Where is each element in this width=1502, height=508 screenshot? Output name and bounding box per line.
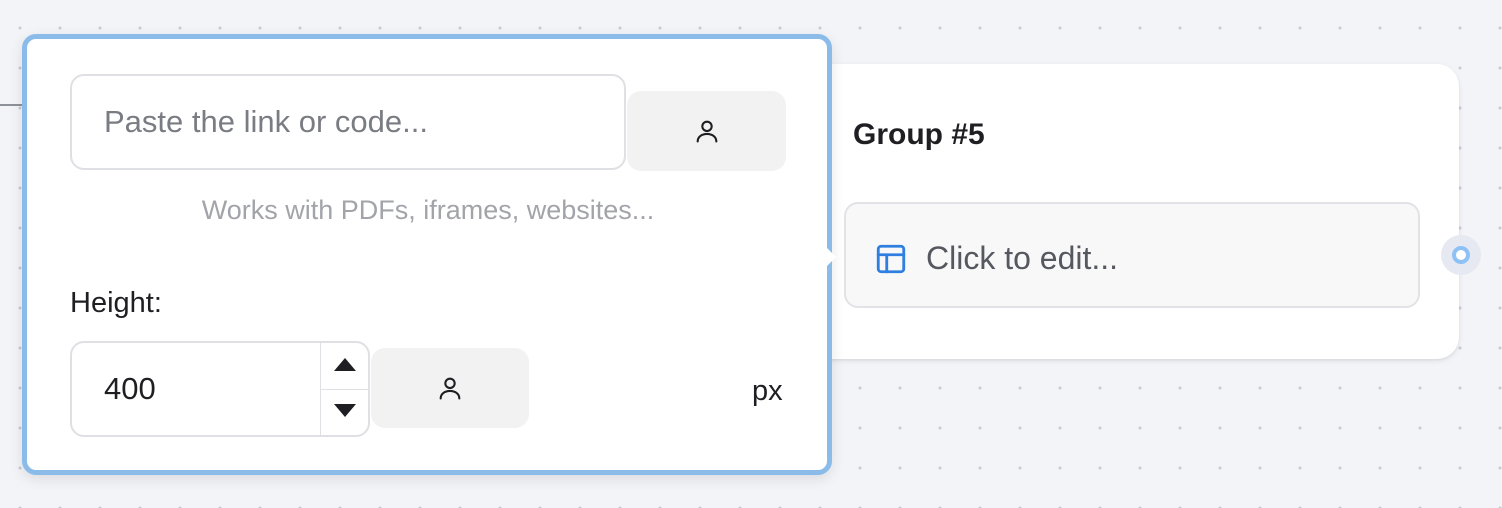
decrement-button[interactable] <box>320 389 368 435</box>
person-icon <box>696 120 717 143</box>
click-to-edit-field[interactable]: Click to edit... <box>844 202 1420 308</box>
increment-button[interactable] <box>320 343 368 390</box>
height-label: Height: <box>70 287 162 319</box>
edit-placeholder: Click to edit... <box>926 240 1119 276</box>
connection-handle[interactable] <box>1441 235 1481 275</box>
group-node[interactable]: Group #5 Click to edit... <box>800 64 1459 359</box>
person-icon <box>439 377 461 400</box>
height-input[interactable] <box>72 343 320 435</box>
group-title: Group #5 <box>853 118 985 151</box>
layout-icon <box>876 244 906 274</box>
link-variable-button[interactable] <box>627 91 786 171</box>
unit-label: px <box>752 375 783 407</box>
link-input[interactable] <box>70 74 626 170</box>
hint-text: Works with PDFs, iframes, websites... <box>201 195 655 225</box>
height-variable-button[interactable] <box>371 348 529 428</box>
height-stepper[interactable] <box>70 341 370 437</box>
arrow-down-icon <box>334 404 356 417</box>
arrow-up-icon <box>334 358 356 371</box>
popover-arrow <box>826 247 836 267</box>
embed-popover: Works with PDFs, iframes, websites... He… <box>22 34 832 475</box>
